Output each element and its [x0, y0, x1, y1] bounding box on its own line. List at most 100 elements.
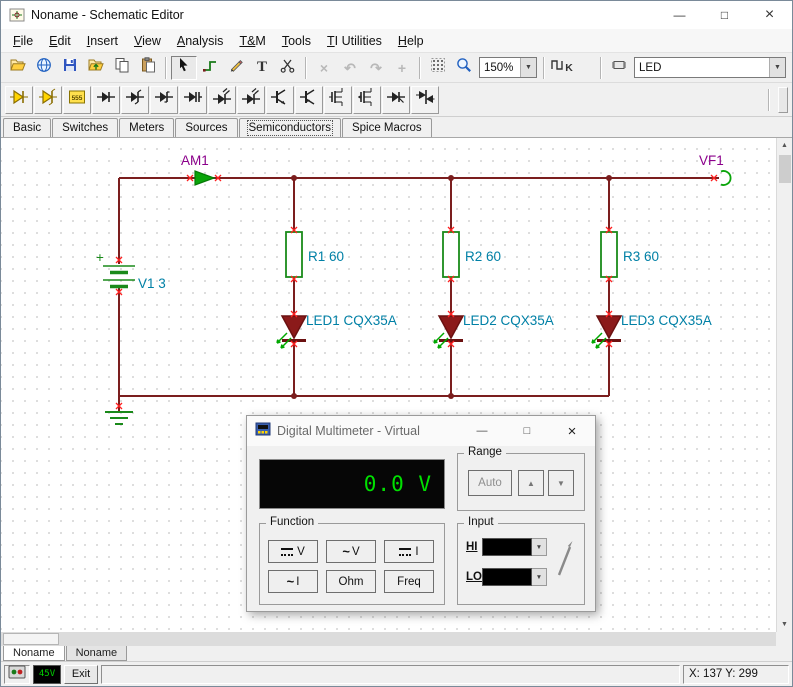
palette-diode-button[interactable]: [92, 86, 120, 114]
palette-varicap-button[interactable]: [179, 86, 207, 114]
titlebar[interactable]: Noname - Schematic Editor — □ ×: [1, 1, 792, 29]
tab-switches[interactable]: Switches: [52, 118, 118, 137]
svg-text:LED2 CQX35A[interactable]: LED2 CQX35A: [463, 313, 554, 328]
palette-led-button[interactable]: [208, 86, 236, 114]
palette-ideal-zener-button[interactable]: [34, 86, 62, 114]
menu-tools[interactable]: Tools: [274, 31, 319, 51]
range-up-button[interactable]: ▲: [518, 470, 544, 496]
tab-spice-macros[interactable]: Spice Macros: [342, 118, 432, 137]
resistor-r3[interactable]: R3 60: [601, 232, 659, 277]
palette-555-timer-button[interactable]: 555: [63, 86, 91, 114]
horizontal-scrollbar[interactable]: [1, 632, 776, 646]
multimeter-minimize-button[interactable]: —: [467, 420, 497, 442]
range-auto-button[interactable]: Auto: [468, 470, 512, 496]
hi-channel-select[interactable]: ▼: [482, 538, 547, 556]
interactive-mode-button[interactable]: [4, 665, 30, 684]
cut-tool-button[interactable]: [275, 56, 301, 80]
multimeter-dialog[interactable]: Digital Multimeter - Virtual — □ × 0.0 V…: [246, 415, 596, 612]
delete-button[interactable]: ×: [311, 56, 337, 80]
zoom-tool-button[interactable]: [451, 56, 477, 80]
tab-basic[interactable]: Basic: [3, 118, 51, 137]
ohm-button[interactable]: Ohm: [326, 570, 376, 593]
component-filter-combobox[interactable]: LED ▼: [634, 57, 786, 78]
maximize-button[interactable]: □: [702, 1, 747, 29]
svg-text:LED3 CQX35A[interactable]: LED3 CQX35A: [621, 313, 712, 328]
pen-tool-button[interactable]: [223, 56, 249, 80]
svg-text:VF1[interactable]: VF1: [699, 153, 724, 168]
menu-ti-utilities[interactable]: TI Utilities: [319, 31, 390, 51]
range-down-button[interactable]: ▼: [548, 470, 574, 496]
find-component-button[interactable]: [606, 56, 632, 80]
voltage-pin-vf1[interactable]: VF1: [699, 153, 731, 185]
palette-photodiode-button[interactable]: [237, 86, 265, 114]
exit-button[interactable]: Exit: [64, 665, 98, 684]
horizontal-scroll-thumb[interactable]: [3, 633, 59, 645]
menu-help[interactable]: Help: [390, 31, 432, 51]
menu-file[interactable]: File: [5, 31, 41, 51]
resistor-r1[interactable]: R1 60: [286, 232, 344, 277]
zoom-level-combobox[interactable]: 150% ▼: [479, 57, 537, 78]
select-tool-button[interactable]: [171, 56, 197, 80]
palette-zener-button[interactable]: [121, 86, 149, 114]
menu-tm[interactable]: T&M: [231, 31, 273, 51]
tab-meters[interactable]: Meters: [119, 118, 174, 137]
save-button[interactable]: [57, 56, 83, 80]
wire-tool-button[interactable]: [197, 56, 223, 80]
minimize-button[interactable]: —: [657, 1, 702, 29]
signal-analysis-button[interactable]: K: [549, 56, 575, 80]
svg-text:AM1[interactable]: AM1: [181, 153, 209, 168]
open-project-button[interactable]: [83, 56, 109, 80]
palette-npn-button[interactable]: [266, 86, 294, 114]
menu-analysis[interactable]: Analysis: [169, 31, 232, 51]
open-button[interactable]: [5, 56, 31, 80]
menu-view[interactable]: View: [126, 31, 169, 51]
move-button[interactable]: +: [389, 56, 415, 80]
ac-current-button[interactable]: ~I: [268, 570, 318, 593]
freq-button[interactable]: Freq: [384, 570, 434, 593]
ground-symbol[interactable]: [105, 412, 133, 424]
scroll-up-button[interactable]: ▲: [777, 138, 792, 153]
close-button[interactable]: ×: [747, 1, 792, 29]
redo-button[interactable]: ↷: [363, 56, 389, 80]
menu-insert[interactable]: Insert: [79, 31, 126, 51]
svg-text:R3 60[interactable]: R3 60: [623, 249, 659, 264]
palette-pnp-button[interactable]: [295, 86, 323, 114]
lo-channel-select[interactable]: ▼: [482, 568, 547, 586]
vertical-scroll-thumb[interactable]: [779, 155, 791, 183]
undo-button[interactable]: ↶: [337, 56, 363, 80]
tab-semiconductors[interactable]: Semiconductors: [239, 118, 341, 137]
multimeter-titlebar[interactable]: Digital Multimeter - Virtual — □ ×: [247, 416, 595, 446]
open-from-web-button[interactable]: [31, 56, 57, 80]
menu-edit[interactable]: Edit: [41, 31, 79, 51]
palette-pmos-button[interactable]: [353, 86, 381, 114]
scroll-down-button[interactable]: ▼: [777, 617, 792, 632]
palette-thyristor-button[interactable]: [382, 86, 410, 114]
multimeter-maximize-button[interactable]: □: [512, 420, 542, 442]
battery-v1[interactable]: + V1 3: [96, 250, 166, 291]
dropdown-arrow-icon[interactable]: ▼: [769, 58, 785, 77]
tab-sources[interactable]: Sources: [175, 118, 237, 137]
sheet-tab-noname-1[interactable]: Noname: [3, 646, 65, 661]
vertical-scroll-track[interactable]: [777, 153, 792, 617]
svg-text:R2 60[interactable]: R2 60: [465, 249, 501, 264]
svg-text:R1 60[interactable]: R1 60: [308, 249, 344, 264]
palette-nmos-button[interactable]: [324, 86, 352, 114]
palette-triac-button[interactable]: [411, 86, 439, 114]
palette-scroll-grip[interactable]: [778, 87, 788, 113]
palette-ideal-diode-button[interactable]: [5, 86, 33, 114]
multimeter-close-button[interactable]: ×: [557, 420, 587, 442]
paste-button[interactable]: [135, 56, 161, 80]
text-tool-button[interactable]: T: [249, 56, 275, 80]
dropdown-arrow-icon[interactable]: ▼: [520, 58, 536, 77]
sheet-tab-noname-2[interactable]: Noname: [66, 646, 128, 661]
dc-current-button[interactable]: I: [384, 540, 434, 563]
grid-toggle-button[interactable]: [425, 56, 451, 80]
probe-button[interactable]: [553, 536, 577, 586]
svg-text:LED1 CQX35A[interactable]: LED1 CQX35A: [306, 313, 397, 328]
wires[interactable]: [119, 178, 719, 412]
ammeter-am1[interactable]: AM1: [181, 153, 214, 185]
schematic-canvas-area[interactable]: AM1 VF1 + V1 3: [1, 138, 776, 632]
copy-button[interactable]: [109, 56, 135, 80]
palette-schottky-button[interactable]: [150, 86, 178, 114]
vertical-scrollbar[interactable]: ▲ ▼: [776, 138, 792, 632]
